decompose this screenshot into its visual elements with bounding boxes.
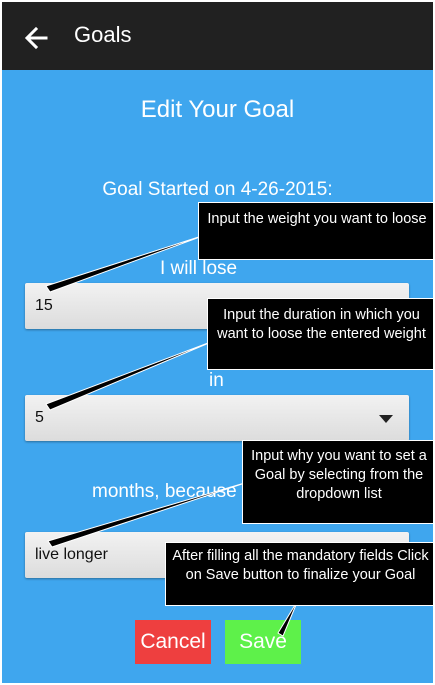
duration-callout-pointer <box>45 339 217 411</box>
weight-callout: Input the weight you want to loose <box>198 202 433 260</box>
weight-callout-pointer <box>45 233 209 293</box>
app-screen: Goals Edit Your Goal Goal Started on 4-2… <box>2 2 433 683</box>
reason-callout-pointer <box>47 481 249 548</box>
duration-callout: Input the duration in which you want to … <box>207 298 433 370</box>
reason-callout: Input why you want to set a Goal by sele… <box>242 440 433 524</box>
save-callout: After filling all the mandatory fields C… <box>165 542 433 606</box>
